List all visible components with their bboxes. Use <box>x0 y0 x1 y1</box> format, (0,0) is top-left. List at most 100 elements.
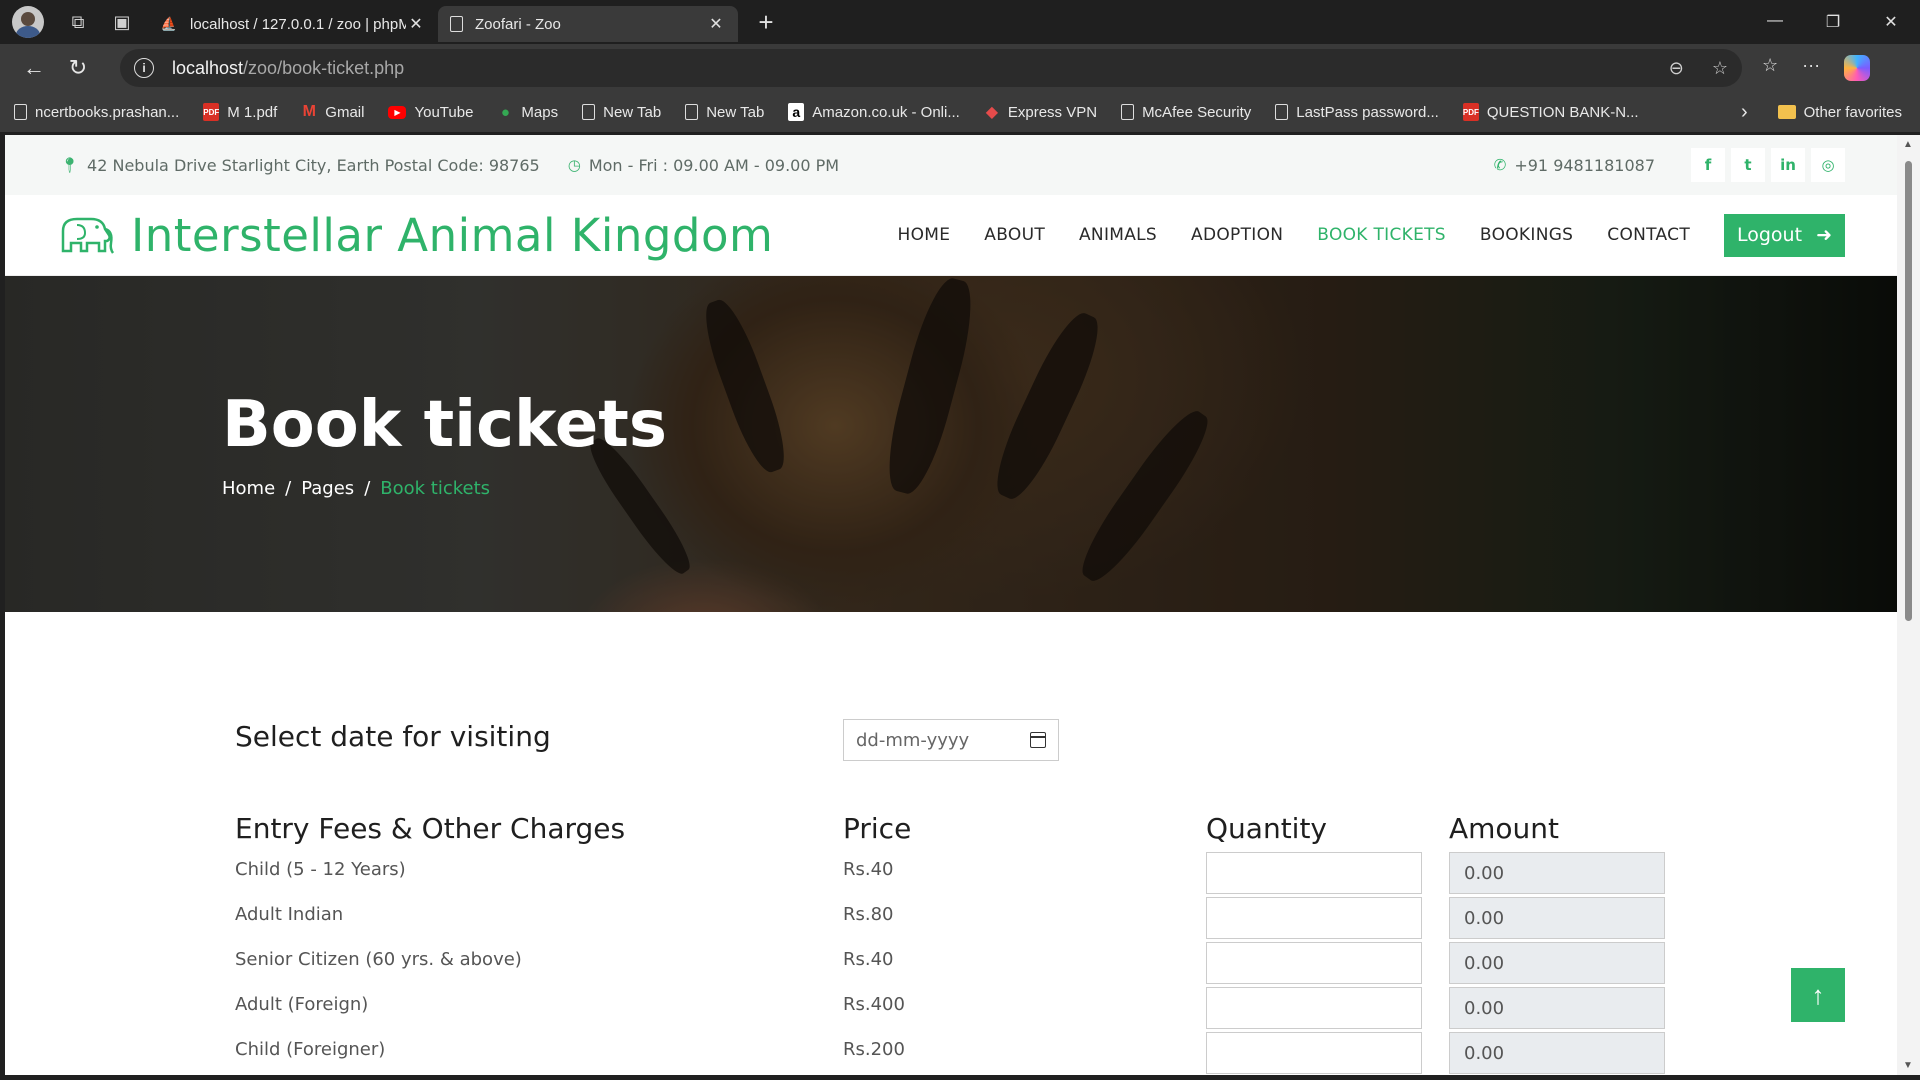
bookmark-m1-pdf[interactable]: PDF M 1.pdf <box>203 103 277 121</box>
new-tab-button[interactable]: + <box>746 7 786 38</box>
header-price: Price <box>843 812 912 845</box>
bookmark-label: YouTube <box>414 103 474 121</box>
row-price: Rs.80 <box>843 904 894 925</box>
breadcrumb-current: Book tickets <box>380 478 491 499</box>
scroll-down-icon[interactable]: ▼ <box>1903 1060 1913 1071</box>
page-icon <box>582 104 596 120</box>
back-icon[interactable]: ← <box>12 48 56 88</box>
back-to-top-button[interactable]: ↑ <box>1791 968 1845 1022</box>
workspaces-icon[interactable]: ⧉ <box>58 2 98 42</box>
twitter-icon[interactable]: t <box>1731 148 1765 182</box>
location-pin-icon: 📍︎ <box>60 156 80 174</box>
close-window-icon[interactable]: ✕ <box>1862 12 1920 32</box>
amount-field: 0.00 <box>1449 1032 1665 1074</box>
scrollbar-thumb[interactable] <box>1905 161 1912 621</box>
vpn-icon: ◆ <box>985 104 999 121</box>
amount-field: 0.00 <box>1449 852 1665 894</box>
bookmark-new-tab[interactable]: New Tab <box>582 104 661 121</box>
row-label: Child (5 - 12 Years) <box>235 859 406 880</box>
nav-about[interactable]: ABOUT <box>984 225 1045 245</box>
bookmark-youtube[interactable]: ▶ YouTube <box>388 104 473 121</box>
bookmark-label: LastPass password... <box>1296 103 1439 121</box>
bookmark-gmail[interactable]: M Gmail <box>301 103 365 121</box>
bookmark-new-tab[interactable]: New Tab <box>685 104 764 121</box>
hours-text: Mon - Fri : 09.00 AM - 09.00 PM <box>588 155 840 175</box>
page-icon <box>450 16 463 32</box>
quantity-input[interactable] <box>1206 1032 1422 1074</box>
reload-icon[interactable]: ↻ <box>56 48 100 88</box>
url-path: /zoo/book-ticket.php <box>243 57 405 78</box>
bookmark-ncertbooks[interactable]: ncertbooks.prashan... <box>14 104 179 121</box>
gmail-icon: M <box>302 103 316 120</box>
date-label: Select date for visiting <box>235 720 551 753</box>
nav-home[interactable]: HOME <box>898 225 951 245</box>
nav-animals[interactable]: ANIMALS <box>1079 225 1157 245</box>
logout-button[interactable]: Logout ➜ <box>1724 213 1845 257</box>
tab-title: localhost / 127.0.0.1 / zoo | phpMyAdmin <box>190 15 406 33</box>
other-favorites[interactable]: Other favorites <box>1777 103 1902 121</box>
favorite-star-icon[interactable]: ☆ <box>1712 58 1728 79</box>
minimize-icon[interactable]: — <box>1746 12 1804 32</box>
site-brand[interactable]: Interstellar Animal Kingdom <box>131 209 773 262</box>
bookmark-mcafee[interactable]: McAfee Security <box>1121 104 1251 121</box>
bookmark-maps[interactable]: ● Maps <box>497 103 558 121</box>
nav-bookings[interactable]: BOOKINGS <box>1480 225 1573 245</box>
other-favorites-label: Other favorites <box>1803 103 1902 121</box>
youtube-icon: ▶ <box>388 105 407 119</box>
breadcrumb: Home / Pages / Book tickets <box>222 478 490 499</box>
scroll-up-icon[interactable]: ▲ <box>1903 139 1913 150</box>
calendar-icon[interactable] <box>1030 732 1046 748</box>
arrow-right-icon: ➜ <box>1816 224 1832 246</box>
nav-book-tickets[interactable]: BOOK TICKETS <box>1317 225 1446 245</box>
site-info-icon[interactable]: i <box>134 58 154 78</box>
bookmark-label: QUESTION BANK-N... <box>1486 103 1639 121</box>
bookmark-lastpass[interactable]: LastPass password... <box>1275 104 1439 121</box>
breadcrumb-home[interactable]: Home <box>222 478 275 499</box>
quantity-input[interactable] <box>1206 852 1422 894</box>
logout-label: Logout <box>1737 224 1803 246</box>
bookmark-label: Express VPN <box>1007 103 1098 121</box>
bookmark-label: McAfee Security <box>1142 103 1252 121</box>
arrow-up-icon: ↑ <box>1811 979 1825 1010</box>
page-scrollbar[interactable]: ▲ ▼ <box>1897 135 1920 1075</box>
vertical-tabs-icon[interactable]: ▣ <box>102 2 142 42</box>
tab-zoofari[interactable]: Zoofari - Zoo ✕ <box>438 6 738 42</box>
tab-phpmyadmin[interactable]: ⛵ localhost / 127.0.0.1 / zoo | phpMyAdm… <box>148 6 438 42</box>
phone-icon: ✆ <box>1493 156 1507 174</box>
bookmark-label: M 1.pdf <box>227 103 278 121</box>
quantity-input[interactable] <box>1206 897 1422 939</box>
profile-avatar[interactable] <box>12 6 44 38</box>
page-icon <box>1275 104 1289 120</box>
maps-icon: ● <box>500 103 510 121</box>
close-tab-icon[interactable]: ✕ <box>706 14 726 34</box>
facebook-icon[interactable]: f <box>1691 148 1725 182</box>
more-menu-icon[interactable]: ··· <box>1802 55 1820 81</box>
nav-adoption[interactable]: ADOPTION <box>1191 225 1283 245</box>
bookmark-label: Gmail <box>325 103 365 121</box>
nav-contact[interactable]: CONTACT <box>1607 225 1690 245</box>
copilot-icon[interactable] <box>1844 55 1871 81</box>
bookmark-question-bank[interactable]: PDF QUESTION BANK-N... <box>1462 103 1639 121</box>
elephant-logo-icon[interactable] <box>57 213 115 257</box>
page-icon <box>685 104 699 120</box>
breadcrumb-pages[interactable]: Pages <box>301 478 354 499</box>
chevron-right-icon[interactable]: › <box>1741 101 1748 124</box>
restore-icon[interactable]: ❐ <box>1804 12 1862 32</box>
address-bar-row: ← ↻ i localhost/zoo/book-ticket.php ⊖ ☆ … <box>0 44 1920 92</box>
instagram-icon[interactable]: ◎ <box>1811 148 1845 182</box>
linkedin-icon[interactable]: in <box>1771 148 1805 182</box>
amount-field: 0.00 <box>1449 987 1665 1029</box>
bookmark-express-vpn[interactable]: ◆ Express VPN <box>984 103 1098 122</box>
main-navbar: Interstellar Animal Kingdom HOME ABOUT A… <box>5 195 1897 276</box>
visit-date-input[interactable]: dd-mm-yyyy <box>843 719 1059 761</box>
bookmark-label: ncertbooks.prashan... <box>35 103 180 121</box>
close-tab-icon[interactable]: ✕ <box>406 14 426 34</box>
quantity-input[interactable] <box>1206 987 1422 1029</box>
url-input[interactable]: i localhost/zoo/book-ticket.php ⊖ ☆ <box>120 49 1742 87</box>
zoom-icon[interactable]: ⊖ <box>1669 58 1684 79</box>
favorites-icon[interactable]: ☆ <box>1762 55 1778 81</box>
top-info-bar: 📍︎ 42 Nebula Drive Starlight City, Earth … <box>5 135 1897 195</box>
row-price: Rs.200 <box>843 1039 905 1060</box>
bookmark-amazon[interactable]: a Amazon.co.uk - Onli... <box>788 103 960 121</box>
quantity-input[interactable] <box>1206 942 1422 984</box>
